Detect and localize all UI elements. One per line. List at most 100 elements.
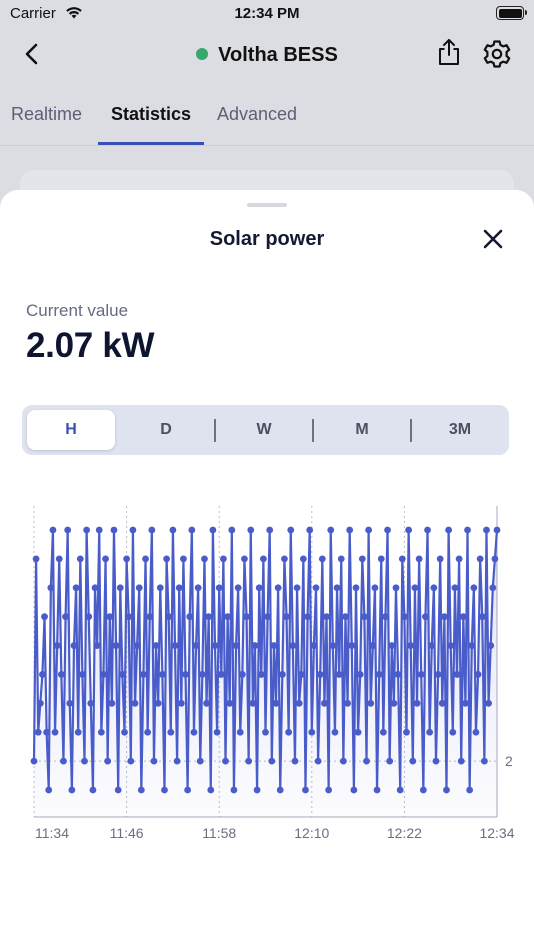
data-point <box>87 699 95 707</box>
data-point <box>150 757 158 765</box>
data-point <box>125 613 133 621</box>
data-point <box>377 555 385 563</box>
segment-hour[interactable]: H <box>27 410 115 450</box>
data-point <box>53 642 61 649</box>
data-point <box>333 584 341 592</box>
data-point <box>133 642 141 649</box>
data-point <box>474 671 482 678</box>
data-point <box>57 671 65 678</box>
data-point <box>97 728 105 736</box>
data-point <box>135 584 143 592</box>
segment-3-months[interactable]: 3M <box>416 410 504 450</box>
share-icon[interactable] <box>436 38 462 71</box>
data-point <box>62 613 69 621</box>
data-point <box>49 526 57 534</box>
data-point <box>148 526 156 534</box>
data-point <box>281 555 288 563</box>
data-point <box>173 757 181 765</box>
data-point <box>352 584 360 592</box>
data-point <box>415 555 423 563</box>
data-point <box>64 526 72 534</box>
data-point <box>104 757 112 765</box>
data-point <box>386 757 394 765</box>
data-point <box>417 671 425 678</box>
sheet-grabber[interactable] <box>247 203 287 207</box>
data-point <box>356 671 364 678</box>
data-point <box>466 786 474 794</box>
data-point <box>241 555 248 563</box>
x-tick-label: 12:22 <box>387 825 422 841</box>
data-point <box>123 555 130 563</box>
data-point <box>274 584 282 592</box>
data-point <box>110 526 118 534</box>
segment-week[interactable]: W <box>220 410 308 450</box>
data-point <box>93 642 101 649</box>
segment-day[interactable]: D <box>122 410 210 450</box>
data-point <box>85 613 93 621</box>
data-point <box>163 555 170 563</box>
data-point <box>228 526 236 534</box>
data-point <box>47 584 55 592</box>
data-point <box>318 555 326 563</box>
data-point <box>485 699 492 707</box>
data-point <box>350 786 358 794</box>
data-point <box>392 584 400 592</box>
data-point <box>493 526 501 534</box>
data-point <box>215 584 223 592</box>
segment-month[interactable]: M <box>318 410 406 450</box>
data-point <box>375 671 383 678</box>
data-point <box>457 757 465 765</box>
data-point <box>207 786 215 794</box>
data-point <box>346 526 354 534</box>
data-point <box>459 613 467 621</box>
data-point <box>304 613 311 621</box>
data-point <box>335 671 343 678</box>
tab-advanced[interactable]: Advanced <box>217 104 297 125</box>
data-point <box>211 642 219 649</box>
data-point <box>217 671 225 678</box>
data-point <box>226 699 234 707</box>
tab-statistics[interactable]: Statistics <box>111 104 191 125</box>
data-point <box>251 642 259 649</box>
data-point <box>407 642 415 649</box>
x-tick-label: 12:10 <box>294 825 329 841</box>
data-point <box>361 613 368 621</box>
data-point <box>297 671 305 678</box>
data-point <box>384 526 391 534</box>
data-point <box>55 555 63 563</box>
data-point <box>348 642 356 649</box>
data-point <box>66 699 74 707</box>
data-point <box>238 671 246 678</box>
data-point <box>339 757 347 765</box>
data-point <box>165 613 173 621</box>
data-point <box>137 786 145 794</box>
data-point <box>447 642 455 649</box>
data-point <box>76 555 84 563</box>
data-point <box>169 526 177 534</box>
device-name: Voltha BESS <box>218 44 338 66</box>
data-point <box>453 671 461 678</box>
data-point <box>371 584 379 592</box>
data-point <box>247 526 255 534</box>
data-point <box>401 613 408 621</box>
data-point <box>255 584 263 592</box>
gear-icon[interactable] <box>482 39 512 74</box>
tab-realtime[interactable]: Realtime <box>11 104 82 125</box>
segment-divider <box>410 419 412 442</box>
data-point <box>331 728 339 736</box>
data-point <box>432 757 440 765</box>
data-point <box>249 699 257 707</box>
data-point <box>131 699 139 707</box>
segment-divider <box>214 419 216 442</box>
data-point <box>268 757 276 765</box>
current-value: 2.07 kW <box>26 326 155 365</box>
data-point <box>449 728 457 736</box>
data-point <box>30 757 38 765</box>
close-icon[interactable] <box>480 226 506 252</box>
x-tick-label: 11:34 <box>35 825 69 841</box>
data-point <box>363 757 370 765</box>
data-point <box>405 526 413 534</box>
data-point <box>487 642 495 649</box>
section-tabs: Realtime Statistics Advanced <box>0 96 534 146</box>
data-point <box>41 613 48 621</box>
